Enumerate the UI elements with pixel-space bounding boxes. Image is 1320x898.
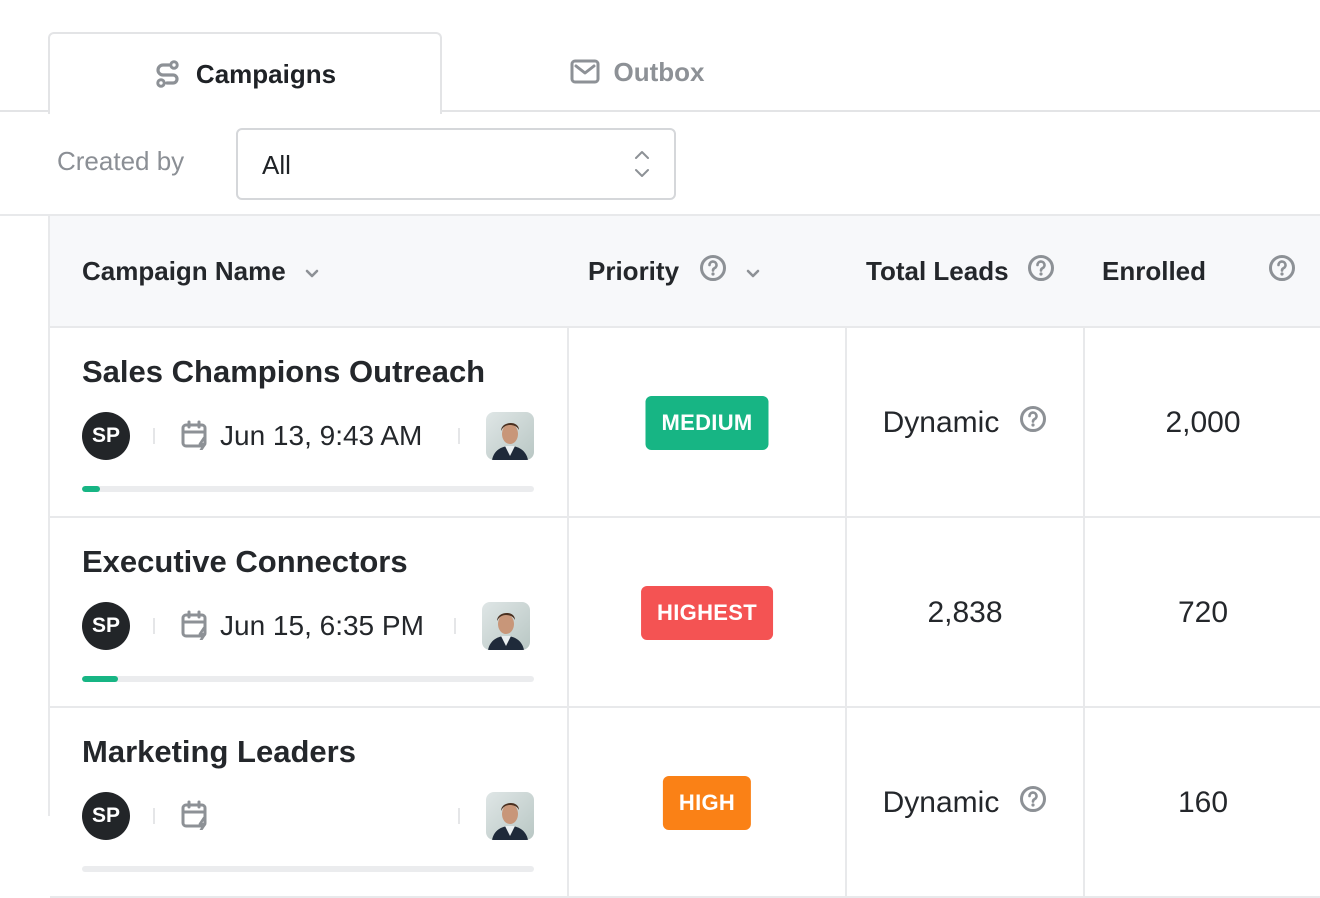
priority-badge[interactable]: HIGHEST <box>641 586 773 640</box>
enrolled-cell: 160 <box>1085 708 1320 896</box>
created-by-value: All <box>262 150 291 180</box>
enrolled-value: 160 <box>1177 786 1229 819</box>
help-icon[interactable] <box>1019 405 1047 441</box>
mail-icon <box>570 59 600 85</box>
owner-avatar[interactable]: SP <box>82 792 130 840</box>
total-leads-value-wrap: Dynamic <box>847 328 1083 518</box>
help-icon[interactable] <box>1019 785 1047 821</box>
enrolled-value-wrap: 160 <box>1085 708 1320 898</box>
calendar-schedule-icon <box>180 610 210 645</box>
campaign-meta: SP <box>82 792 534 840</box>
enrolled-cell: 2,000 <box>1085 328 1320 516</box>
owner-avatar[interactable]: SP <box>82 412 130 460</box>
campaign-name[interactable]: Marketing Leaders <box>82 734 356 770</box>
table-row[interactable]: Marketing Leaders SP HIGH Dynamic 160 <box>50 708 1320 898</box>
tab-outbox-label: Outbox <box>613 56 705 87</box>
campaigns-table: Campaign Name Priority Total Leads Enrol… <box>48 216 1320 898</box>
campaign-cell: Marketing Leaders SP <box>50 708 569 896</box>
column-header-enrolled[interactable]: Enrolled <box>1102 216 1296 326</box>
priority-cell: HIGH <box>569 708 847 896</box>
priority-cell: MEDIUM <box>569 328 847 516</box>
campaign-date: Jun 13, 9:43 AM <box>220 420 423 451</box>
enrolled-cell: 720 <box>1085 518 1320 706</box>
sender-avatar[interactable] <box>486 792 534 840</box>
tabs-bar: Campaigns Outbox <box>0 0 1320 114</box>
divider <box>458 808 460 824</box>
total-leads-value: Dynamic <box>882 406 1000 439</box>
calendar-schedule-icon <box>180 420 210 455</box>
column-header-campaign-name[interactable]: Campaign Name <box>82 216 320 326</box>
campaign-progress-bar <box>82 866 534 872</box>
created-by-select[interactable]: All <box>236 128 676 200</box>
campaign-date: Jun 15, 6:35 PM <box>220 610 424 641</box>
chevron-down-icon[interactable] <box>304 256 320 287</box>
tab-outbox[interactable]: Outbox <box>442 32 832 112</box>
table-row[interactable]: Executive Connectors SP Jun 15, 6:35 PM … <box>50 518 1320 708</box>
column-header-total-leads[interactable]: Total Leads <box>866 216 1055 326</box>
table-row[interactable]: Sales Champions Outreach SP Jun 13, 9:43… <box>50 328 1320 518</box>
tab-campaigns-label: Campaigns <box>195 58 337 89</box>
divider <box>458 428 460 444</box>
created-by-label: Created by <box>57 146 185 176</box>
enrolled-value-wrap: 2,000 <box>1085 328 1320 518</box>
priority-cell: HIGHEST <box>569 518 847 706</box>
priority-badge[interactable]: HIGH <box>662 776 752 830</box>
sender-avatar[interactable] <box>482 602 530 650</box>
campaign-cell: Sales Champions Outreach SP Jun 13, 9:43… <box>50 328 569 516</box>
total-leads-cell: Dynamic <box>847 708 1085 896</box>
total-leads-value: Dynamic <box>882 786 1000 819</box>
divider <box>153 618 155 634</box>
route-icon <box>154 59 182 89</box>
campaign-progress-fill <box>82 676 119 682</box>
campaign-progress-bar <box>82 676 534 682</box>
campaign-progress-fill <box>82 486 101 492</box>
priority-badge[interactable]: MEDIUM <box>645 396 769 450</box>
owner-avatar[interactable]: SP <box>82 602 130 650</box>
total-leads-cell: 2,838 <box>847 518 1085 706</box>
help-icon[interactable] <box>1268 254 1296 289</box>
help-icon[interactable] <box>699 254 727 289</box>
column-label: Campaign Name <box>82 255 286 286</box>
filter-row: Created by All <box>0 112 1320 216</box>
campaign-progress-bar <box>82 486 534 492</box>
column-label: Total Leads <box>866 255 1009 286</box>
divider <box>153 808 155 824</box>
total-leads-value-wrap: Dynamic <box>847 708 1083 898</box>
campaign-cell: Executive Connectors SP Jun 15, 6:35 PM <box>50 518 569 706</box>
total-leads-value: 2,838 <box>927 596 1003 629</box>
enrolled-value: 2,000 <box>1165 406 1241 439</box>
campaign-name[interactable]: Executive Connectors <box>82 544 408 580</box>
enrolled-value: 720 <box>1177 596 1229 629</box>
column-label: Priority <box>588 255 680 286</box>
column-header-priority[interactable]: Priority <box>588 216 761 326</box>
tab-campaigns[interactable]: Campaigns <box>48 32 442 114</box>
table-header: Campaign Name Priority Total Leads Enrol… <box>50 216 1320 328</box>
divider <box>153 428 155 444</box>
help-icon[interactable] <box>1027 254 1055 289</box>
sender-avatar[interactable] <box>486 412 534 460</box>
total-leads-value-wrap: 2,838 <box>847 518 1083 708</box>
column-label: Enrolled <box>1102 255 1207 286</box>
calendar-schedule-icon <box>180 800 210 835</box>
campaign-meta: SP Jun 15, 6:35 PM <box>82 602 534 650</box>
chevron-down-icon[interactable] <box>745 256 761 287</box>
enrolled-value-wrap: 720 <box>1085 518 1320 708</box>
chevron-up-down-icon <box>634 148 650 185</box>
total-leads-cell: Dynamic <box>847 328 1085 516</box>
campaign-name[interactable]: Sales Champions Outreach <box>82 354 485 390</box>
divider <box>454 618 456 634</box>
campaign-meta: SP Jun 13, 9:43 AM <box>82 412 534 460</box>
